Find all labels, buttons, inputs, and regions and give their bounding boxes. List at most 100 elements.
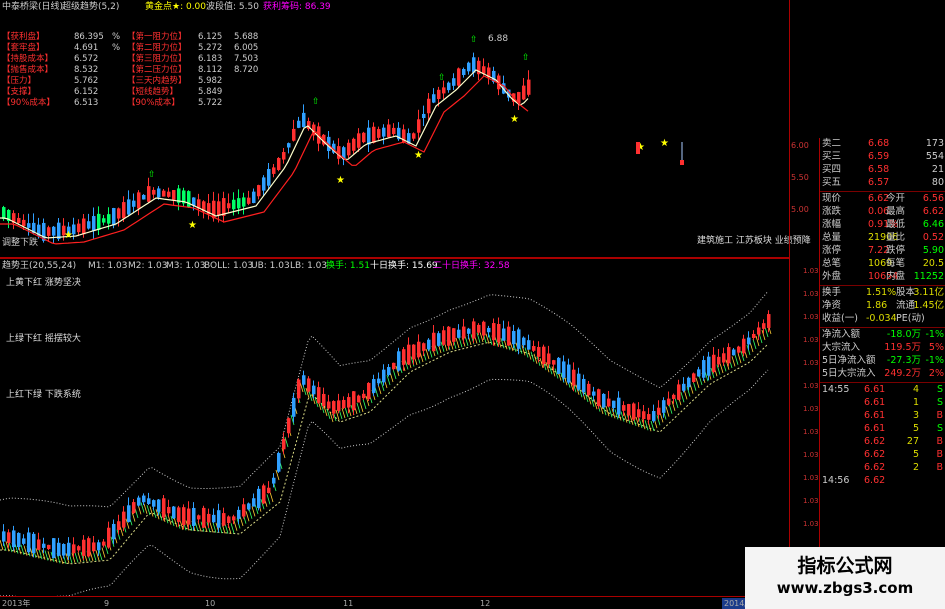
order-book-price: 6.58 xyxy=(868,164,890,175)
sub-candle-body xyxy=(112,523,116,540)
quote-stat-label-2: PE(动) xyxy=(896,313,925,324)
sub-candle-body xyxy=(377,378,381,384)
candle-body xyxy=(432,94,436,103)
sub-candle-body xyxy=(67,542,71,556)
sub-candle-body xyxy=(582,378,586,393)
trend-ribbon-hatch xyxy=(695,377,700,388)
sub-candle-body xyxy=(357,395,361,403)
candle-body xyxy=(117,208,121,219)
candle-body xyxy=(112,208,116,226)
time-label-9: 9 xyxy=(104,599,110,608)
sector-news-label[interactable]: 建筑施工 江苏板块 业绩预降 xyxy=(697,236,811,247)
sub-candle-body xyxy=(417,341,421,358)
stat-label: 【压力】 xyxy=(2,76,37,86)
sub-candle-body xyxy=(52,538,56,559)
sub-candle-body xyxy=(292,397,296,417)
sub-candle-body xyxy=(452,328,456,342)
sub-axis-tick: 1.03 xyxy=(803,474,819,482)
sell-signal-arrow: ⇧ xyxy=(522,53,530,63)
quote-separator xyxy=(820,285,945,286)
candle-body xyxy=(97,213,101,230)
sub-candle-body xyxy=(82,539,86,556)
sub-candle-body xyxy=(217,510,221,528)
sub-candle-body xyxy=(662,400,666,413)
trend-king-chart[interactable] xyxy=(0,258,789,596)
stat-level-label: 【短线趋势】 xyxy=(127,87,179,97)
candle-body xyxy=(87,221,91,229)
lower-band-line xyxy=(0,369,769,596)
trend-ribbon-hatch xyxy=(233,520,238,531)
sub-candle-body xyxy=(487,327,491,333)
sub-candle-body xyxy=(477,324,481,333)
sub-candle-body xyxy=(727,347,731,364)
fund-flow-label: 净流入额 xyxy=(822,329,861,340)
sub-candle-body xyxy=(237,509,241,519)
tick-time: 14:56 xyxy=(822,475,850,486)
sub-candle-body xyxy=(182,507,186,526)
trend-ribbon-hatch xyxy=(149,506,154,517)
tick-volume: 1 xyxy=(912,397,919,408)
candle-body xyxy=(357,133,361,148)
sub-candle-body xyxy=(47,544,51,550)
candle-body xyxy=(82,218,86,235)
sub-candle-body xyxy=(142,495,146,503)
sub-candle-body xyxy=(512,330,516,345)
candle-body xyxy=(92,216,96,231)
sub-candle-body xyxy=(702,360,706,378)
trend-ribbon-hatch xyxy=(344,406,349,418)
stat-level-value-2: 6.005 xyxy=(234,43,259,53)
quote-stat-value-2: 6.56 xyxy=(922,193,944,204)
sub-candle-body xyxy=(267,487,271,494)
sub-chart-panel[interactable] xyxy=(0,258,789,596)
sub-candle-body xyxy=(447,326,451,346)
main-indicator-bar: 中泰桥梁(日线) 超级趋势(5,2) 黄金点★: 0.00 波段值: 5.50 … xyxy=(0,0,789,13)
sub-candle-body xyxy=(567,364,571,383)
sub-candle-body xyxy=(757,327,761,335)
sub-candle-body xyxy=(547,353,551,365)
sub-axis-tick: 1.03 xyxy=(803,497,819,505)
candle-body xyxy=(107,214,111,224)
sub-candle-body xyxy=(197,515,201,520)
quote-stat-value-2: 0.52 xyxy=(922,232,944,243)
candle-body xyxy=(362,132,366,143)
candle-body xyxy=(217,201,221,216)
trend-ribbon-hatch xyxy=(638,417,643,429)
candle-body xyxy=(447,82,451,91)
sub-candle-body xyxy=(27,532,31,553)
buy-signal-star: ★ xyxy=(660,138,669,149)
tick-side: S xyxy=(936,423,943,434)
tick-volume: 4 xyxy=(912,384,919,395)
candle-body xyxy=(77,223,81,233)
sub-candle-body xyxy=(2,531,6,542)
sub-candle-body xyxy=(367,382,371,400)
sub-candle-body xyxy=(407,344,411,365)
sub-candle-body xyxy=(12,530,16,548)
quote-separator xyxy=(820,382,945,383)
quote-stat-value: 1.86 xyxy=(866,300,888,311)
tick-price: 6.61 xyxy=(864,397,886,408)
fund-flow-value: -18.0万 xyxy=(886,329,921,340)
sub-candle-body xyxy=(87,538,91,557)
sub-candle-body xyxy=(312,385,316,395)
candle-body xyxy=(122,202,126,219)
sub-candle-body xyxy=(752,333,756,339)
sub-candle-body xyxy=(572,369,576,386)
trend-ribbon-hatch xyxy=(158,510,163,521)
stat-level-label: 【第二压力位】 xyxy=(127,65,187,75)
quote-stat-label-2: 最高 xyxy=(886,206,906,217)
trend-ribbon-hatch xyxy=(668,403,673,414)
sub-candle-body xyxy=(627,404,631,416)
sub-candle-body xyxy=(607,398,611,407)
sub-candle-body xyxy=(242,504,246,517)
quote-stat-label: 涨停 xyxy=(822,245,842,256)
order-book-volume: 21 xyxy=(931,164,944,175)
sub-candle-body xyxy=(227,516,231,524)
sub-candle-body xyxy=(687,377,691,388)
sub-candle-body xyxy=(77,546,81,551)
sub-candle-body xyxy=(387,367,391,375)
sub-candle-body xyxy=(277,452,281,472)
sub-candle-body xyxy=(402,349,406,365)
stat-level-value-2: 5.688 xyxy=(234,32,259,42)
quote-panel xyxy=(789,0,790,609)
sub-candle-body xyxy=(157,499,161,512)
